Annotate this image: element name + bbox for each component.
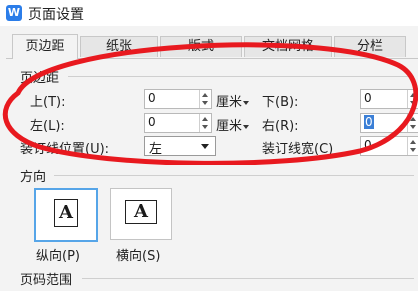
dialog-title: 页面设置 bbox=[28, 7, 84, 23]
top-margin-input[interactable]: 0 bbox=[144, 89, 212, 109]
tab-paper[interactable]: 纸张 bbox=[80, 36, 158, 57]
spin-down-icon[interactable] bbox=[410, 125, 416, 129]
gutter-width-input[interactable]: 0 bbox=[360, 136, 418, 156]
gutter-position-select[interactable]: 左 bbox=[144, 136, 216, 157]
spin-down-icon[interactable] bbox=[410, 101, 416, 105]
landscape-page-icon: A bbox=[125, 200, 157, 224]
right-margin-input[interactable]: 0 bbox=[360, 113, 418, 133]
wps-writer-icon: W bbox=[6, 5, 22, 21]
tab-margins[interactable]: 页边距 bbox=[12, 34, 78, 59]
portrait-button[interactable]: A bbox=[34, 188, 98, 242]
landscape-label: 横向(S) bbox=[116, 249, 161, 264]
left-margin-input[interactable]: 0 bbox=[144, 113, 212, 133]
spin-up-icon[interactable] bbox=[410, 93, 416, 97]
bottom-margin-input[interactable]: 0 bbox=[360, 89, 418, 109]
portrait-page-icon: A bbox=[54, 199, 78, 227]
margins-panel: 页边距 上(T): 0 厘米 下(B): 0 左(L): 0 厘米 右(R): … bbox=[6, 59, 418, 291]
spin-down-icon[interactable] bbox=[202, 125, 208, 129]
page-range-section-rule bbox=[82, 278, 414, 279]
portrait-label: 纵向(P) bbox=[36, 249, 80, 264]
chevron-down-icon bbox=[201, 144, 209, 149]
top-margin-unit-dropdown[interactable]: 厘米 bbox=[216, 91, 250, 110]
orientation-section-rule bbox=[54, 175, 414, 176]
tab-document-grid[interactable]: 文档网格 bbox=[244, 36, 332, 57]
orientation-section-title: 方向 bbox=[20, 170, 47, 185]
chevron-down-icon bbox=[243, 124, 250, 129]
left-margin-label: 左(L): bbox=[30, 119, 65, 134]
gutter-width-stepper[interactable] bbox=[407, 137, 418, 155]
spin-up-icon[interactable] bbox=[410, 117, 416, 121]
page-range-section-title: 页码范围 bbox=[20, 273, 73, 288]
tab-layout[interactable]: 版式 bbox=[160, 36, 242, 57]
spin-up-icon[interactable] bbox=[410, 140, 416, 144]
top-margin-label: 上(T): bbox=[30, 95, 66, 110]
gutter-position-label: 装订线位置(U): bbox=[20, 142, 110, 157]
gutter-width-label: 装订线宽(C) bbox=[262, 142, 334, 157]
landscape-button[interactable]: A bbox=[110, 188, 172, 240]
tab-columns[interactable]: 分栏 bbox=[334, 36, 406, 57]
top-margin-stepper[interactable] bbox=[199, 90, 211, 108]
spin-down-icon[interactable] bbox=[410, 148, 416, 152]
right-margin-stepper[interactable] bbox=[407, 114, 418, 132]
left-margin-stepper[interactable] bbox=[199, 114, 211, 132]
margins-section-title: 页边距 bbox=[20, 71, 60, 86]
title-bar: W 页面设置 bbox=[0, 0, 418, 26]
spin-down-icon[interactable] bbox=[202, 101, 208, 105]
margins-section-rule bbox=[68, 76, 414, 77]
right-margin-label: 右(R): bbox=[262, 119, 299, 134]
spin-up-icon[interactable] bbox=[202, 117, 208, 121]
chevron-down-icon bbox=[243, 100, 250, 105]
left-margin-unit-dropdown[interactable]: 厘米 bbox=[216, 115, 250, 134]
bottom-margin-stepper[interactable] bbox=[407, 90, 418, 108]
spin-up-icon[interactable] bbox=[202, 93, 208, 97]
tab-bar: 页边距 纸张 版式 文档网格 分栏 bbox=[0, 28, 418, 59]
bottom-margin-label: 下(B): bbox=[262, 95, 299, 110]
